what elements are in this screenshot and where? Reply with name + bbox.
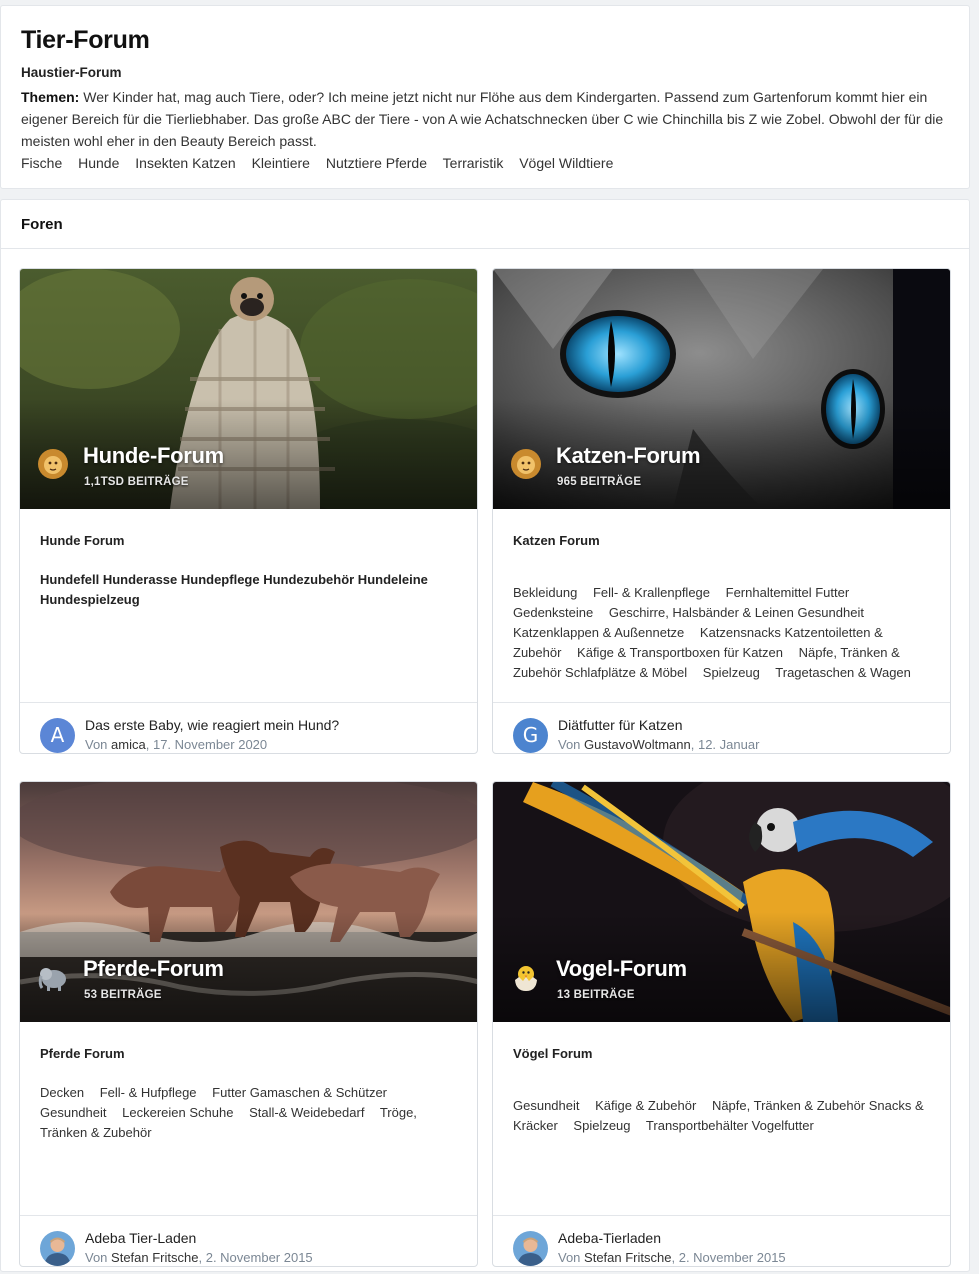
subtopic-link[interactable]: Katzenklappen & Außennetze bbox=[513, 625, 684, 640]
topic-tag[interactable]: Terraristik bbox=[443, 155, 504, 171]
avatar[interactable]: G bbox=[513, 717, 548, 753]
forum-label: Vögel Forum bbox=[513, 1046, 593, 1061]
lion-icon bbox=[38, 449, 68, 479]
description-text: Wer Kinder hat, mag auch Tiere, oder? Ic… bbox=[21, 89, 944, 149]
last-post[interactable]: Adeba-Tierladen Von Stefan Fritsche, 2. … bbox=[493, 1215, 950, 1266]
last-post-user[interactable]: amica bbox=[111, 737, 146, 752]
subtopic-link[interactable]: Gesundheit bbox=[513, 1098, 580, 1113]
last-post-meta: Von GustavoWoltmann, 12. Januar bbox=[558, 737, 760, 752]
forum-card-katzen[interactable]: Katzen-Forum 965 BEITRÄGE Katzen Forum B… bbox=[492, 268, 951, 754]
post-count: 53 BEITRÄGE bbox=[84, 989, 162, 1001]
themes-label: Themen: bbox=[21, 89, 80, 105]
forum-hero-image[interactable]: Hunde-Forum 1,1TSD BEITRÄGE bbox=[20, 269, 477, 509]
subtopic-link[interactable]: Bekleidung bbox=[513, 585, 577, 600]
forum-body: Vögel Forum Gesundheit Käfige & Zubehör … bbox=[493, 1022, 950, 1215]
forums-panel: Foren Hunde-Forum 1,1TSD BEITRÄGE Hunde … bbox=[0, 199, 970, 1272]
subtopic-link[interactable]: Futter Gamaschen & Schützer bbox=[212, 1085, 387, 1100]
last-post-title[interactable]: Adeba Tier-Laden bbox=[85, 1229, 313, 1248]
forum-label: Pferde Forum bbox=[40, 1046, 125, 1061]
forum-title[interactable]: Pferde-Forum bbox=[83, 956, 224, 982]
last-post-user[interactable]: Stefan Fritsche bbox=[111, 1250, 198, 1265]
last-post[interactable]: Adeba Tier-Laden Von Stefan Fritsche, 2.… bbox=[20, 1215, 477, 1266]
lion-icon bbox=[511, 449, 541, 479]
last-post-meta: Von Stefan Fritsche, 2. November 2015 bbox=[558, 1250, 786, 1265]
forums-header: Foren bbox=[1, 200, 969, 249]
avatar[interactable] bbox=[513, 1230, 548, 1266]
forum-title[interactable]: Vogel-Forum bbox=[556, 956, 687, 982]
forum-body: Pferde Forum Decken Fell- & Hufpflege Fu… bbox=[20, 1022, 477, 1215]
last-post[interactable]: A Das erste Baby, wie reagiert mein Hund… bbox=[20, 702, 477, 753]
forum-label: Katzen Forum bbox=[513, 533, 600, 548]
last-post-date: , 2. November 2015 bbox=[198, 1250, 313, 1265]
last-post[interactable]: G Diätfutter für Katzen Von GustavoWoltm… bbox=[493, 702, 950, 753]
last-post-title[interactable]: Adeba-Tierladen bbox=[558, 1229, 786, 1248]
forum-description: Themen: Wer Kinder hat, mag auch Tiere, … bbox=[21, 86, 949, 152]
forum-body: Hunde Forum Hundefell Hunderasse Hundepf… bbox=[20, 509, 477, 702]
forum-card-vogel[interactable]: Vogel-Forum 13 BEITRÄGE Vögel Forum Gesu… bbox=[492, 781, 951, 1267]
last-post-title[interactable]: Diätfutter für Katzen bbox=[558, 716, 759, 735]
forum-body: Katzen Forum Bekleidung Fell- & Krallenp… bbox=[493, 509, 950, 702]
forum-label: Hunde Forum bbox=[40, 533, 125, 548]
topic-tag[interactable]: Kleintiere bbox=[252, 155, 310, 171]
last-post-date: , 17. November 2020 bbox=[145, 737, 268, 752]
forum-title[interactable]: Katzen-Forum bbox=[556, 443, 701, 469]
last-post-date: , 2. November 2015 bbox=[671, 1250, 786, 1265]
chick-icon bbox=[515, 966, 537, 991]
forum-subtopics: Bekleidung Fell- & Krallenpflege Fernhal… bbox=[513, 583, 930, 683]
avatar[interactable] bbox=[40, 1230, 75, 1266]
post-count: 13 BEITRÄGE bbox=[557, 989, 635, 1001]
subtopic-link[interactable]: Decken bbox=[40, 1085, 84, 1100]
subtopic-link[interactable]: Käfige & Transportboxen für Katzen bbox=[577, 645, 783, 660]
topic-tag[interactable]: Fische bbox=[21, 155, 62, 171]
last-post-meta: Von Stefan Fritsche, 2. November 2015 bbox=[85, 1250, 313, 1265]
subtopic-link[interactable]: Käfige & Zubehör bbox=[595, 1098, 696, 1113]
subtopic-link[interactable]: Fell- & Hufpflege bbox=[100, 1085, 197, 1100]
last-post-date: , 12. Januar bbox=[690, 737, 760, 752]
topic-tag[interactable]: Nutztiere Pferde bbox=[326, 155, 427, 171]
page-subtitle: Haustier-Forum bbox=[21, 65, 122, 80]
forum-subtopics[interactable]: Hundefell Hunderasse Hundepflege Hundezu… bbox=[40, 570, 457, 610]
subtopic-link[interactable]: Fernhaltemittel Futter bbox=[726, 585, 850, 600]
topic-tag[interactable]: Insekten Katzen bbox=[135, 155, 235, 171]
subtopic-link[interactable]: Tragetaschen & Wagen bbox=[775, 665, 911, 680]
post-count: 1,1TSD BEITRÄGE bbox=[84, 476, 189, 488]
page-title: Tier-Forum bbox=[21, 26, 150, 54]
forum-intro-panel: Tier-Forum Haustier-Forum Themen: Wer Ki… bbox=[0, 5, 970, 189]
forum-subtopics: Gesundheit Käfige & Zubehör Näpfe, Tränk… bbox=[513, 1096, 930, 1136]
avatar[interactable]: A bbox=[40, 717, 75, 753]
subtopic-link[interactable]: Spielzeug bbox=[573, 1118, 630, 1133]
forum-hero-image[interactable]: Pferde-Forum 53 BEITRÄGE bbox=[20, 782, 477, 1022]
subtopic-link[interactable]: Gesundheit bbox=[40, 1105, 107, 1120]
forum-subtopics: Decken Fell- & Hufpflege Futter Gamasche… bbox=[40, 1083, 457, 1143]
last-post-user[interactable]: GustavoWoltmann bbox=[584, 737, 691, 752]
forum-hero-image[interactable]: Vogel-Forum 13 BEITRÄGE bbox=[493, 782, 950, 1022]
last-post-user[interactable]: Stefan Fritsche bbox=[584, 1250, 671, 1265]
subtopic-link[interactable]: Gedenksteine bbox=[513, 605, 593, 620]
elephant-icon bbox=[38, 968, 66, 991]
topic-tag[interactable]: Vögel Wildtiere bbox=[519, 155, 613, 171]
subtopic-link[interactable]: Geschirre, Halsbänder & Leinen Gesundhei… bbox=[609, 605, 864, 620]
topic-tags: Fische Hunde Insekten Katzen Kleintiere … bbox=[21, 152, 949, 174]
subtopic-link[interactable]: Leckereien Schuhe bbox=[122, 1105, 233, 1120]
forum-card-pferde[interactable]: Pferde-Forum 53 BEITRÄGE Pferde Forum De… bbox=[19, 781, 478, 1267]
subtopic-link[interactable]: Fell- & Krallenpflege bbox=[593, 585, 710, 600]
forum-card-hunde[interactable]: Hunde-Forum 1,1TSD BEITRÄGE Hunde Forum … bbox=[19, 268, 478, 754]
forum-title[interactable]: Hunde-Forum bbox=[83, 443, 224, 469]
forum-hero-image[interactable]: Katzen-Forum 965 BEITRÄGE bbox=[493, 269, 950, 509]
last-post-title[interactable]: Das erste Baby, wie reagiert mein Hund? bbox=[85, 716, 339, 735]
subtopic-link[interactable]: Transportbehälter Vogelfutter bbox=[646, 1118, 814, 1133]
post-count: 965 BEITRÄGE bbox=[557, 476, 642, 488]
subtopic-link[interactable]: Stall-& Weidebedarf bbox=[249, 1105, 364, 1120]
last-post-meta: Von amica, 17. November 2020 bbox=[85, 737, 268, 752]
topic-tag[interactable]: Hunde bbox=[78, 155, 119, 171]
subtopic-link[interactable]: Spielzeug bbox=[703, 665, 760, 680]
